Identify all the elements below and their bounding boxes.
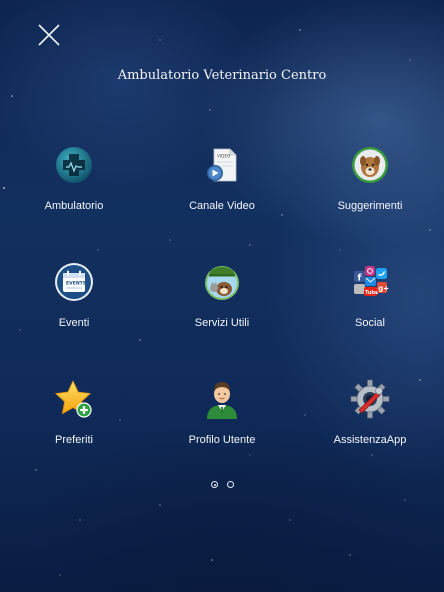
page-title: Ambulatorio Veterinario Centro [117,68,327,83]
menu-item-eventi[interactable]: EVENTS Eventi [0,262,148,342]
gear-tools-icon [350,379,390,419]
menu-item-label: Canale Video [189,200,255,212]
star-add-icon [54,379,94,419]
calendar-events-icon: EVENTS [54,262,94,302]
svg-text:EVENTS: EVENTS [66,281,86,287]
menu-item-label: Social [355,317,385,329]
menu-item-label: Suggerimenti [337,200,403,212]
svg-text:g+: g+ [378,285,389,293]
menu-item-assistenza-app[interactable]: AssistenzaApp [296,379,444,459]
menu-item-label: Profilo Utente [188,434,256,446]
social-networks-icon: f Tube g+ [350,262,390,302]
menu-item-label: Eventi [58,317,90,329]
svg-text:Tube: Tube [365,290,379,296]
svg-text:f: f [358,274,362,284]
menu-item-ambulatorio[interactable]: Ambulatorio [0,145,148,225]
menu-item-social[interactable]: f Tube g+ Social [296,262,444,342]
menu-item-suggerimenti[interactable]: Suggerimenti [296,145,444,225]
user-profile-icon [202,379,242,419]
close-button[interactable] [36,22,62,48]
close-icon [38,24,60,46]
services-cat-dog-icon [202,262,242,302]
menu-item-label: Preferiti [55,434,93,446]
page-indicator [0,481,444,493]
menu-item-servizi-utili[interactable]: Servizi Utili [148,262,296,342]
page-dot-1[interactable] [211,481,218,488]
video-file-icon: VIDEO [202,145,242,185]
menu-item-label: Servizi Utili [194,317,250,329]
medical-cross-icon [54,145,94,185]
menu-item-label: AssistenzaApp [333,434,407,446]
menu-item-preferiti[interactable]: Preferiti [0,379,148,459]
menu-item-label: Ambulatorio [44,200,104,212]
page-dot-2[interactable] [227,481,234,488]
menu-item-canale-video[interactable]: VIDEO Canale Video [148,145,296,225]
svg-text:VIDEO: VIDEO [217,153,231,158]
dog-icon [350,145,390,185]
menu-item-profilo-utente[interactable]: Profilo Utente [148,379,296,459]
